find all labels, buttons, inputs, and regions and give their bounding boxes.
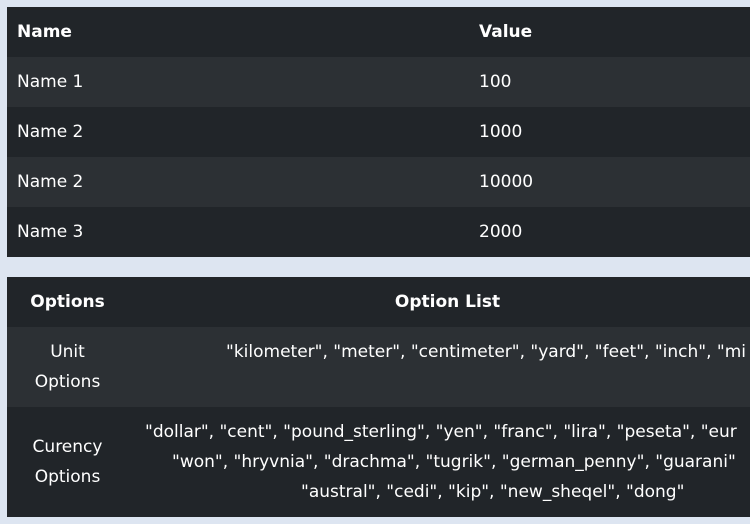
row-value-cell: 100 [479,57,750,107]
table-row: Name 2 1000 [7,107,750,157]
option-list-line: "austral", "cedi", "kip", "new_sheqel", … [301,482,685,502]
option-list-line: "won", "hryvnia", "drachma", "tugrik", "… [172,452,736,472]
row-name-cell: Name 2 [7,107,479,157]
row-name-cell: Name 2 [7,157,479,207]
option-list-text: "dollar", "cent", "pound_sterling", "yen… [128,417,750,507]
values-table: Name Value Name 1 100 Name 2 1000 Name 2… [7,7,750,257]
option-list-text: "kilometer", "meter", "centimeter", "yar… [128,337,750,367]
label-line: Curency [32,437,103,457]
row-value-cell: 1000 [479,107,750,157]
table-row: Name 2 10000 [7,157,750,207]
values-table-header-row: Name Value [7,7,750,57]
option-list-line: "dollar", "cent", "pound_sterling", "yen… [145,422,737,442]
label-line: Unit [50,342,85,362]
table-row: Unit Options "kilometer", "meter", "cent… [7,327,750,407]
column-header-name: Name [7,7,479,57]
column-header-value: Value [479,7,750,57]
option-list-line: "kilometer", "meter", "centimeter", "yar… [226,342,746,362]
table-row: Name 3 2000 [7,207,750,257]
column-header-option-list: Option List [128,277,750,327]
column-header-options: Options [7,277,128,327]
table-row: Name 1 100 [7,57,750,107]
unit-options-list: "kilometer", "meter", "centimeter", "yar… [128,327,750,407]
label-line: Options [34,467,101,487]
label-line: Options [34,372,101,392]
row-name-cell: Name 3 [7,207,479,257]
currency-options-list: "dollar", "cent", "pound_sterling", "yen… [128,407,750,517]
row-name-cell: Name 1 [7,57,479,107]
currency-options-label: Curency Options [7,407,128,517]
unit-options-label: Unit Options [7,327,128,407]
options-table: Options Option List Unit Options "kilome… [7,277,750,517]
row-value-cell: 10000 [479,157,750,207]
options-table-header-row: Options Option List [7,277,750,327]
row-value-cell: 2000 [479,207,750,257]
table-row: Curency Options "dollar", "cent", "pound… [7,407,750,517]
